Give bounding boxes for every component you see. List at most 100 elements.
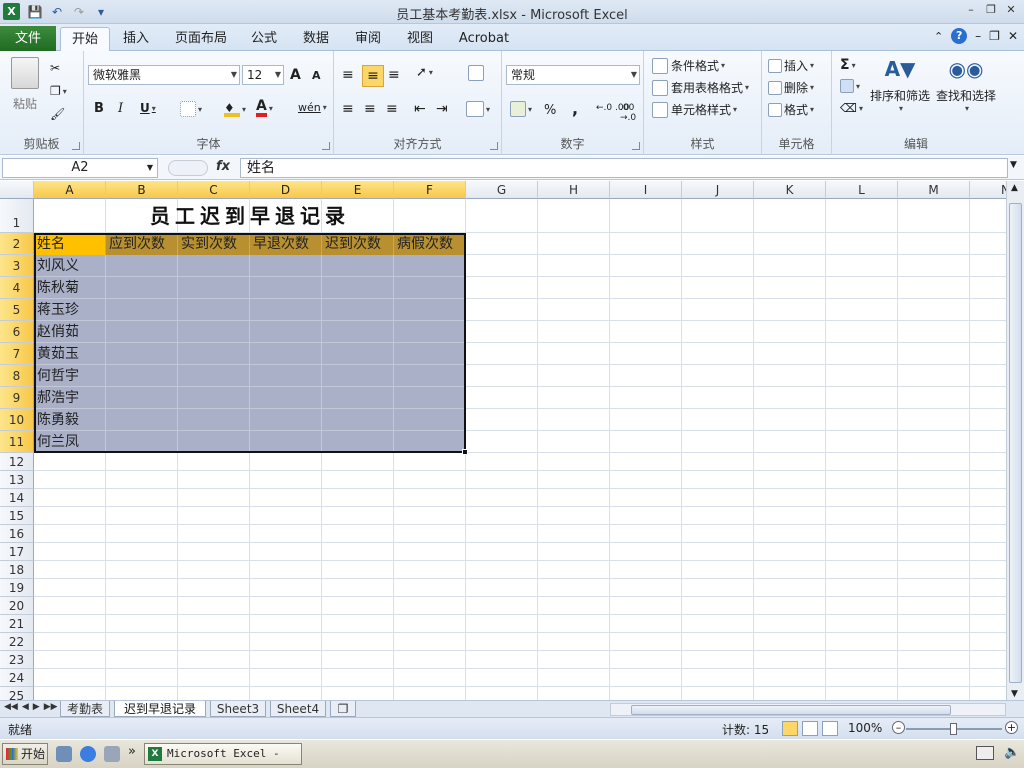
table-cell[interactable] (250, 277, 322, 299)
tab-view[interactable]: 视图 (400, 27, 440, 51)
copy-icon[interactable]: ❐ ▾ (50, 84, 67, 98)
align-middle-icon[interactable]: ≡ (362, 65, 384, 87)
tab-home[interactable]: 开始 (60, 27, 110, 52)
collapse-ribbon-icon[interactable]: ⌃ (934, 30, 943, 43)
doc-minimize-icon[interactable]: – (975, 29, 981, 43)
font-launcher-icon[interactable] (322, 142, 330, 150)
row-header-24[interactable]: 24 (0, 669, 34, 687)
page-break-view-icon[interactable] (822, 721, 838, 736)
table-cell[interactable] (250, 255, 322, 277)
merge-center-icon[interactable]: ▾ (466, 101, 490, 117)
table-cell[interactable] (394, 277, 466, 299)
row-header-17[interactable]: 17 (0, 543, 34, 561)
table-header-cell[interactable]: 姓名 (34, 233, 106, 255)
table-cell[interactable] (178, 431, 250, 453)
scroll-down-icon[interactable]: ▼ (1011, 689, 1018, 699)
grow-font-icon[interactable]: A (290, 67, 301, 83)
name-cell[interactable]: 蒋玉珍 (34, 299, 106, 321)
row-header-16[interactable]: 16 (0, 525, 34, 543)
save-icon[interactable]: 💾 (26, 3, 44, 21)
table-cell[interactable] (394, 365, 466, 387)
quicklaunch-icon[interactable] (104, 746, 120, 762)
table-cell[interactable] (394, 343, 466, 365)
table-cell[interactable] (178, 255, 250, 277)
align-right-icon[interactable]: ≡ (386, 101, 398, 117)
table-cell[interactable] (106, 409, 178, 431)
doc-restore-icon[interactable]: ❐ (989, 29, 1000, 43)
table-cell[interactable] (178, 409, 250, 431)
table-header-cell[interactable]: 迟到次数 (322, 233, 394, 255)
restore-icon[interactable]: ❐ (984, 3, 998, 17)
format-as-table-button[interactable]: 套用表格格式 ▾ (652, 79, 749, 96)
column-header-b[interactable]: B (106, 181, 178, 199)
table-cell[interactable] (250, 299, 322, 321)
row-header-11[interactable]: 11 (0, 431, 34, 453)
table-cell[interactable] (178, 321, 250, 343)
table-cell[interactable] (106, 365, 178, 387)
row-header-9[interactable]: 9 (0, 387, 34, 409)
clipboard-launcher-icon[interactable] (72, 142, 80, 150)
column-header-n[interactable]: N (970, 181, 1006, 199)
cut-icon[interactable]: ✂ (50, 61, 60, 75)
row-header-5[interactable]: 5 (0, 299, 34, 321)
font-size-combo[interactable]: 12 ▼ (242, 65, 284, 85)
fill-color-icon[interactable]: ♦ ▾ (224, 101, 246, 117)
table-cell[interactable] (250, 409, 322, 431)
delete-cells-button[interactable]: 删除 ▾ (768, 79, 814, 96)
format-painter-icon[interactable]: 🖌 (50, 107, 65, 121)
row-header-4[interactable]: 4 (0, 277, 34, 299)
cell-styles-button[interactable]: 单元格样式 ▾ (652, 101, 737, 118)
worksheet-grid[interactable]: ABCDEFGHIJKLMN 1 2 3 4 5 6 7 8 9 10 11 12 13 14 15 16 17… (0, 181, 1006, 701)
zoom-in-icon[interactable]: + (1005, 721, 1018, 734)
align-left-icon[interactable]: ≡ (342, 101, 354, 117)
table-cell[interactable] (322, 365, 394, 387)
zoom-slider-knob[interactable] (950, 723, 957, 735)
table-cell[interactable] (322, 299, 394, 321)
internet-explorer-icon[interactable] (80, 746, 96, 762)
redo-icon[interactable]: ↷ (70, 3, 88, 21)
accounting-format-icon[interactable]: ▾ (510, 101, 532, 117)
column-header-h[interactable]: H (538, 181, 610, 199)
column-header-k[interactable]: K (754, 181, 826, 199)
borders-icon[interactable]: ▾ (180, 101, 202, 117)
row-header-10[interactable]: 10 (0, 409, 34, 431)
table-cell[interactable] (250, 431, 322, 453)
name-cell[interactable]: 郝浩宇 (34, 387, 106, 409)
table-cell[interactable] (394, 299, 466, 321)
align-center-icon[interactable]: ≡ (364, 101, 376, 117)
zoom-level[interactable]: 100% (848, 721, 882, 735)
format-cells-button[interactable]: 格式 ▾ (768, 101, 814, 118)
number-launcher-icon[interactable] (632, 142, 640, 150)
row-header-15[interactable]: 15 (0, 507, 34, 525)
page-layout-view-icon[interactable] (802, 721, 818, 736)
column-header-e[interactable]: E (322, 181, 394, 199)
table-cell[interactable] (322, 387, 394, 409)
start-button[interactable]: 开始 (2, 743, 48, 765)
table-cell[interactable] (322, 321, 394, 343)
volume-icon[interactable]: 🔈 (1004, 745, 1020, 760)
column-header-a[interactable]: A (34, 181, 106, 199)
name-cell[interactable]: 黄茹玉 (34, 343, 106, 365)
tab-insert[interactable]: 插入 (114, 27, 158, 51)
table-cell[interactable] (178, 365, 250, 387)
zoom-out-icon[interactable]: – (892, 721, 905, 734)
table-cell[interactable] (322, 343, 394, 365)
table-cell[interactable] (322, 255, 394, 277)
vertical-scrollbar[interactable]: ▲ ▼ (1006, 181, 1024, 701)
row-header-21[interactable]: 21 (0, 615, 34, 633)
excel-app-icon[interactable]: X (3, 3, 20, 20)
find-select-button[interactable]: ◉◉ 查找和选择 ▾ (934, 55, 998, 113)
wrap-text-icon[interactable] (468, 65, 484, 81)
sort-filter-button[interactable]: A▼ 排序和筛选 ▾ (868, 55, 932, 113)
fill-handle[interactable] (462, 449, 468, 455)
column-header-i[interactable]: I (610, 181, 682, 199)
name-box[interactable]: A2 ▼ (2, 158, 158, 178)
orientation-icon[interactable]: ➚ ▾ (416, 65, 433, 80)
first-sheet-icon[interactable]: ◀◀ (4, 702, 18, 712)
column-header-c[interactable]: C (178, 181, 250, 199)
table-cell[interactable] (394, 321, 466, 343)
normal-view-icon[interactable] (782, 721, 798, 736)
table-cell[interactable] (106, 321, 178, 343)
fill-icon[interactable]: ▾ (840, 79, 860, 93)
table-cell[interactable] (178, 343, 250, 365)
